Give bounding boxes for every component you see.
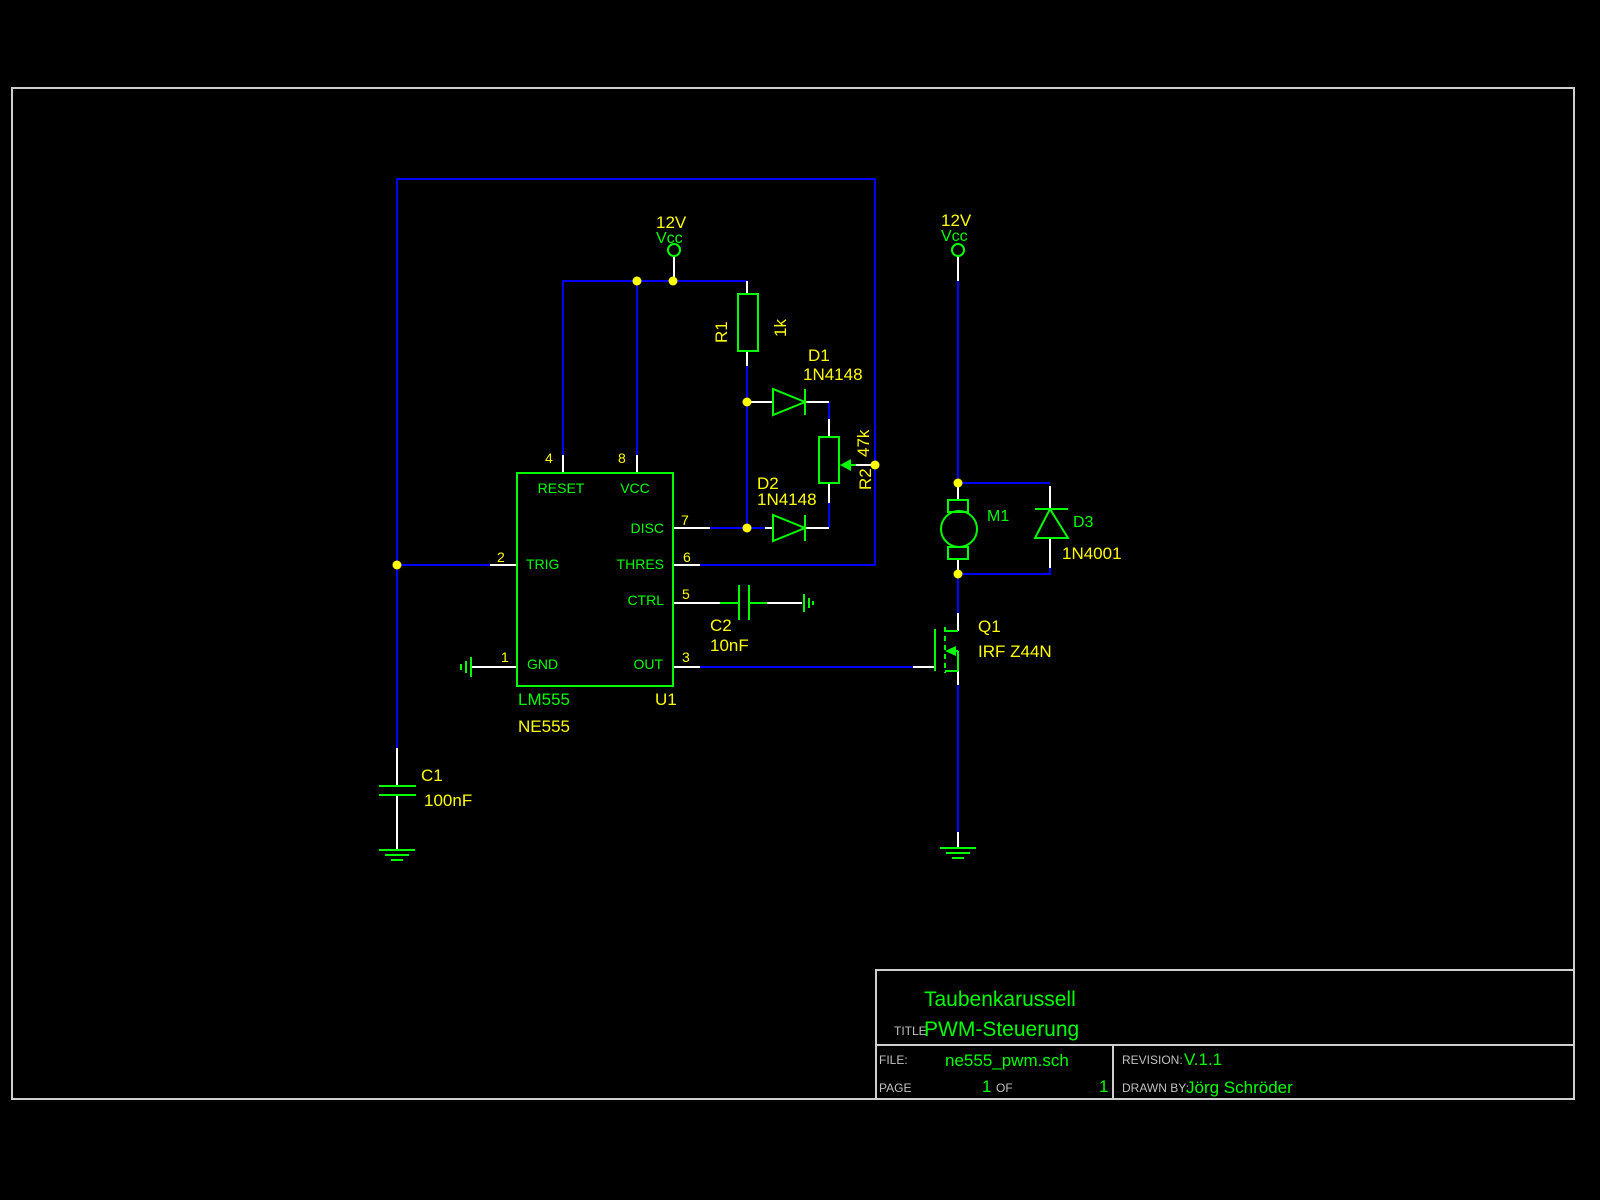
titleblock-title-line2: PWM-Steuerung <box>924 1018 1079 1041</box>
pin-number-7: 7 <box>681 512 689 528</box>
power-right-name-label: Vcc <box>941 228 968 245</box>
titleblock-revision-label: REVISION: <box>1122 1053 1183 1067</box>
titleblock-of-label: OF <box>996 1081 1013 1095</box>
pin-number-5: 5 <box>682 586 690 602</box>
r2-refdes-label: R2 <box>856 468 875 490</box>
r1-refdes-label: R1 <box>712 321 731 343</box>
title-block: TITLE Taubenkarussell PWM-Steuerung FILE… <box>876 970 1574 1099</box>
d3-value-label: 1N4001 <box>1062 544 1122 563</box>
ground-symbol-q1[interactable] <box>940 848 976 858</box>
r2-value-label: 47k <box>854 429 873 457</box>
pin-name-trig: TRIG <box>526 556 559 572</box>
capacitor-c1[interactable] <box>379 786 416 795</box>
junction-dots <box>393 277 963 579</box>
pin-leads <box>397 256 1050 850</box>
q1-value-label: IRF Z44N <box>978 642 1052 661</box>
q1-refdes-label: Q1 <box>978 617 1001 636</box>
motor-m1[interactable] <box>941 500 977 559</box>
pin-number-3: 3 <box>682 649 690 665</box>
resistor-r1[interactable] <box>738 294 758 351</box>
pin-number-4: 4 <box>545 450 553 466</box>
ground-symbol-c1[interactable] <box>379 850 415 860</box>
titleblock-title-line1: Taubenkarussell <box>924 988 1076 1011</box>
c1-value-label: 100nF <box>424 791 472 810</box>
diode-d3[interactable] <box>1035 509 1068 538</box>
pin-name-vcc: VCC <box>620 480 650 496</box>
pin-name-disc: DISC <box>631 520 664 536</box>
ic-value-label: LM555 <box>518 690 570 709</box>
pin-number-2: 2 <box>497 549 505 565</box>
capacitor-c2[interactable] <box>720 585 767 620</box>
mosfet-q1[interactable] <box>935 627 958 673</box>
vcc-rail-wire[interactable] <box>563 281 747 455</box>
ic-u1-body[interactable] <box>517 473 673 686</box>
ground-symbol-c2[interactable] <box>804 594 813 612</box>
titleblock-drawnby-value: Jörg Schröder <box>1186 1078 1293 1097</box>
schematic-drawing: 12V Vcc 12V Vcc R1 1k D1 1N4148 47k R2 D… <box>0 0 1600 1200</box>
titleblock-page-label: PAGE <box>879 1081 911 1095</box>
c1-refdes-label: C1 <box>421 766 443 785</box>
pin-name-reset: RESET <box>538 480 585 496</box>
ground-symbol-gnd-pin[interactable] <box>461 657 471 677</box>
ic-refdes-label: U1 <box>655 690 677 709</box>
net-wires[interactable] <box>397 179 1050 832</box>
pin-name-thres: THRES <box>617 556 664 572</box>
pin-number-8: 8 <box>618 450 626 466</box>
m1-refdes-label: M1 <box>987 508 1009 525</box>
pin-name-ctrl: CTRL <box>627 592 664 608</box>
pin-name-out: OUT <box>633 656 663 672</box>
pin-number-6: 6 <box>683 549 691 565</box>
motor-bottom-wire[interactable] <box>958 568 1050 574</box>
titleblock-file-label: FILE: <box>879 1053 908 1067</box>
titleblock-page-number: 1 <box>982 1077 991 1096</box>
d2-value-label: 1N4148 <box>757 490 817 509</box>
r1-value-label: 1k <box>771 319 790 337</box>
page-border <box>12 88 1574 1099</box>
titleblock-file-value: ne555_pwm.sch <box>945 1051 1069 1070</box>
schematic-canvas[interactable]: 12V Vcc 12V Vcc R1 1k D1 1N4148 47k R2 D… <box>0 0 1600 1200</box>
titleblock-page-total: 1 <box>1099 1077 1108 1096</box>
d3-refdes-label: D3 <box>1073 514 1094 531</box>
titleblock-drawnby-label: DRAWN BY: <box>1122 1081 1189 1095</box>
potentiometer-r2[interactable] <box>819 437 856 483</box>
vcc-symbol-right[interactable] <box>952 244 964 256</box>
ic-device-label: NE555 <box>518 717 570 736</box>
titleblock-title-label: TITLE <box>894 1024 927 1038</box>
pin-number-1: 1 <box>501 649 509 665</box>
pin-name-gnd: GND <box>527 656 558 672</box>
c2-value-label: 10nF <box>710 636 749 655</box>
c2-refdes-label: C2 <box>710 616 732 635</box>
diode-d1[interactable] <box>773 389 805 415</box>
d1-refdes-label: D1 <box>808 346 830 365</box>
d1-value-label: 1N4148 <box>803 365 863 384</box>
diode-d2[interactable] <box>773 515 805 541</box>
titleblock-revision-value: V.1.1 <box>1184 1050 1222 1069</box>
power-left-name-label: Vcc <box>656 230 683 247</box>
